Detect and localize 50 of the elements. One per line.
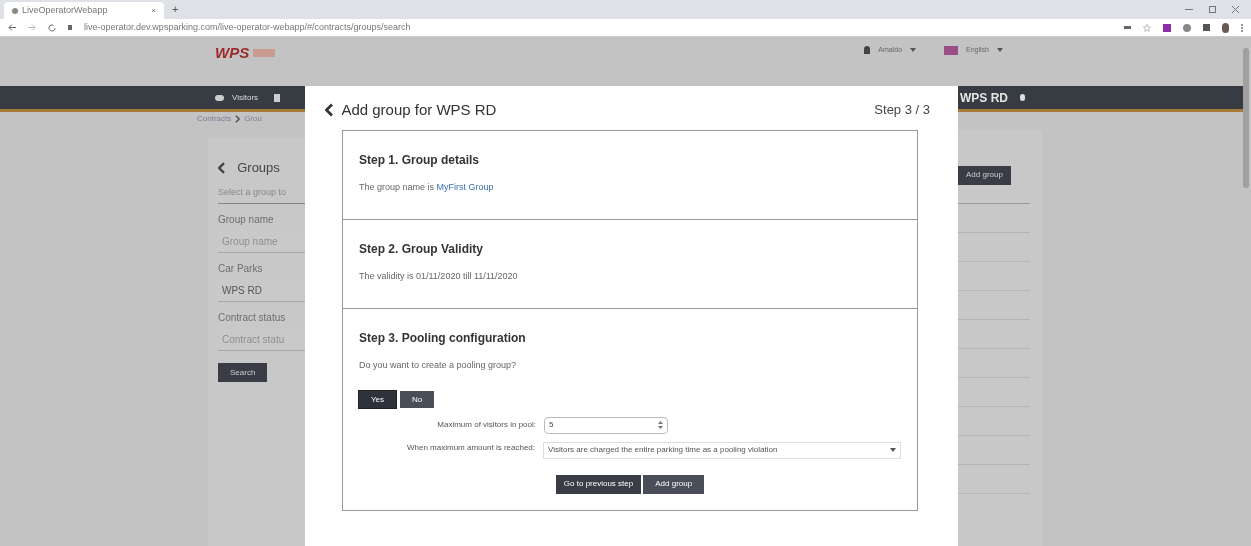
chevron-icon [235,115,241,123]
scrollbar[interactable] [1243,48,1249,188]
caret-icon [890,448,896,452]
maximize-icon[interactable] [1209,6,1216,13]
extension-icon[interactable] [1183,23,1191,32]
browser-tab[interactable]: LiveOperatorWebapp × [4,2,164,19]
previous-step-button[interactable]: Go to previous step [555,474,642,494]
logo-text: WPS [215,43,250,63]
choice-button[interactable]: Yes [359,391,397,408]
profile-icon[interactable] [1222,22,1229,33]
star-icon[interactable] [1143,23,1151,32]
modal-title: Add group for WPS RD [341,99,498,120]
step-title: Step 3. Pooling configuration [359,330,527,347]
field-label: Group name [218,213,275,227]
add-group-button[interactable]: Add group [643,474,705,494]
close-icon[interactable] [1232,6,1239,13]
field-label: Car Parks [218,262,264,276]
search-button[interactable]: Search [218,363,268,382]
choice-button[interactable]: No [400,391,435,408]
step-indicator: Step 3 / 3 [874,101,930,120]
new-tab-button[interactable]: + [172,0,179,17]
tab-title: LiveOperatorWebapp [22,3,109,17]
panel-title: Groups [237,159,280,177]
logo-tagline-drawing [253,49,276,58]
step-title: Step 1. Group details [359,152,481,169]
caret-icon [997,48,1003,52]
car-park-name: WPS RD [960,89,1008,107]
field-label: When maximum amount is reached: [405,441,537,454]
forward-icon[interactable] [28,24,36,31]
number-field[interactable]: 5 [544,416,668,434]
user-icon [864,46,871,54]
add-group-button[interactable]: Add group [958,165,1011,185]
flag-icon [944,45,959,55]
nav-icon [274,93,281,102]
dropdown[interactable]: Visitors are charged the entire parking time as a pooling violation [543,441,901,459]
field-label: Contract status [218,311,287,325]
step-text: Do you want to create a pooling group? [359,359,518,372]
step-text: The validity is 01/11/2020 till 11/11/2020 [359,270,519,283]
reload-icon[interactable] [48,23,56,32]
back-icon[interactable] [8,24,16,31]
extension-icon[interactable] [1163,23,1171,32]
nav-item[interactable]: Visitors [232,91,259,104]
close-tab-button[interactable]: × [151,4,156,17]
field-label: Maximum of visitors in pool: [436,419,537,431]
caret-icon [910,48,917,52]
spinner-icon[interactable] [658,421,663,429]
back-icon[interactable] [218,161,226,174]
back-icon[interactable] [325,103,334,117]
step-text: The group name is MyFirst Group [359,181,495,194]
step-title: Step 2. Group Validity [359,241,485,258]
